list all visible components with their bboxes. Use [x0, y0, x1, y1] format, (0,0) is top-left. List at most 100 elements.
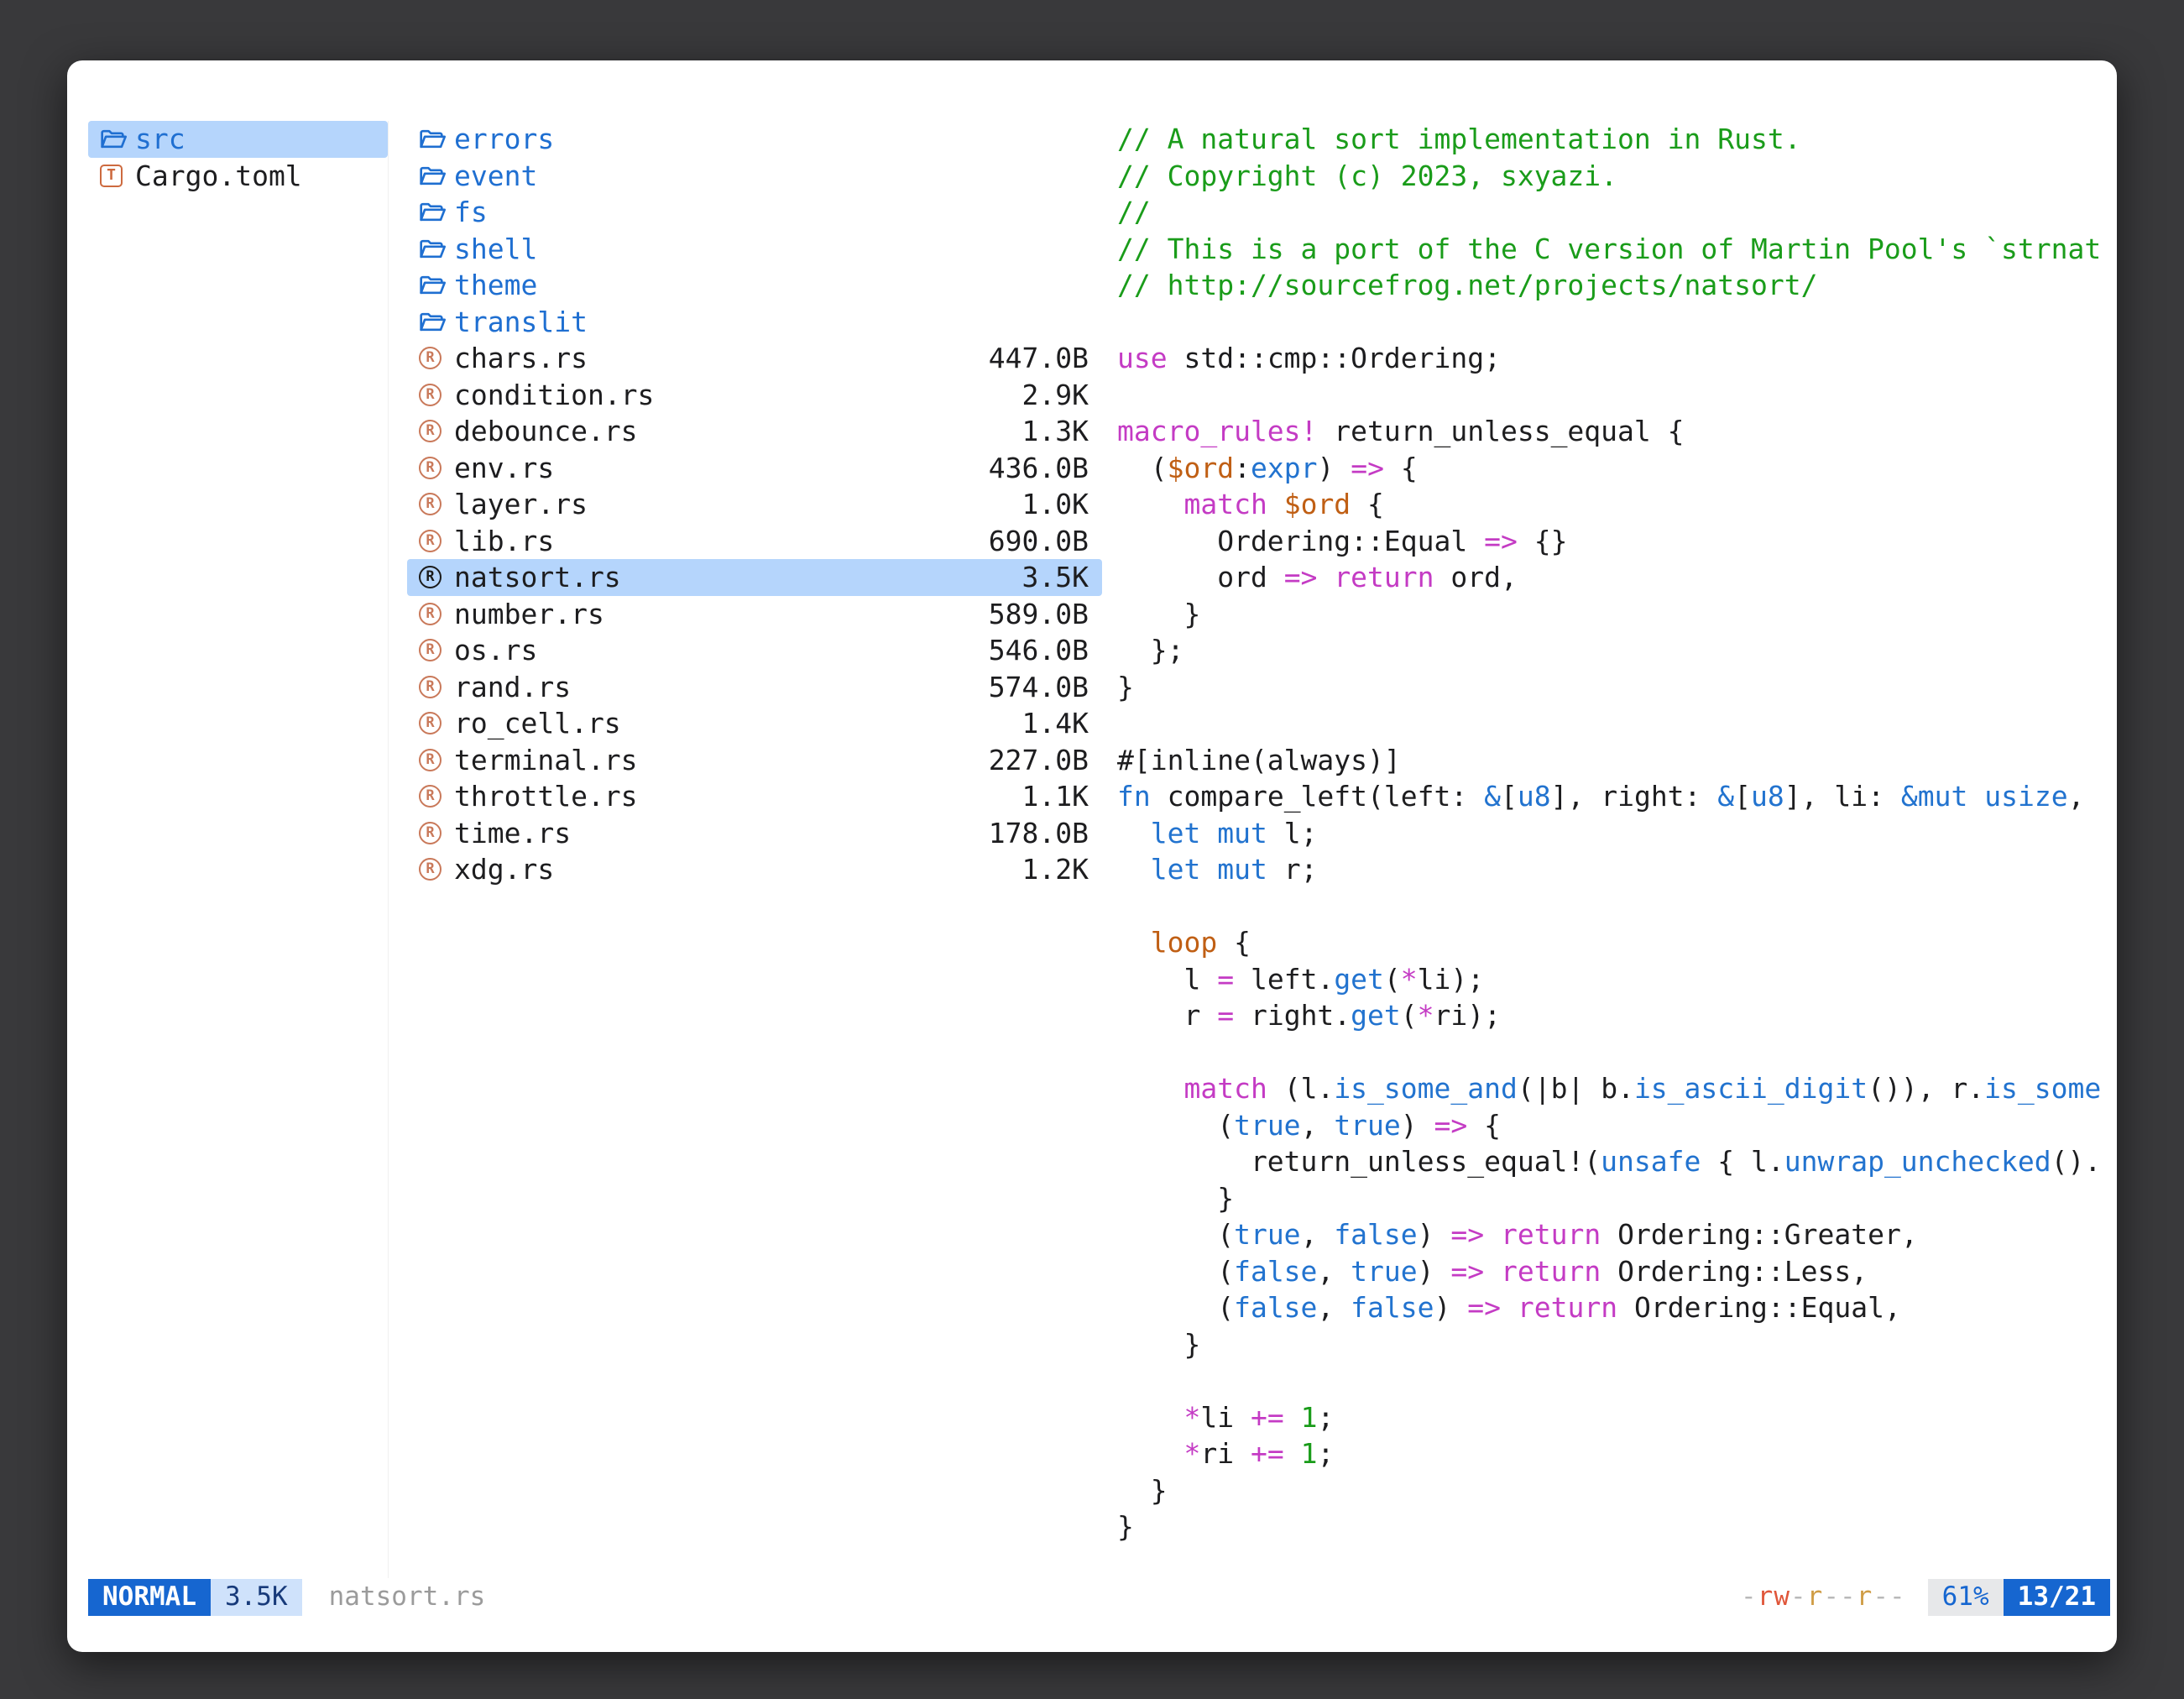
- rust-file-icon: R: [419, 858, 442, 881]
- file-row[interactable]: R terminal.rs 227.0B: [407, 742, 1102, 779]
- file-name: os.rs: [454, 632, 989, 669]
- file-row[interactable]: R lib.rs 690.0B: [407, 523, 1102, 560]
- file-name: src: [135, 121, 374, 158]
- file-name: condition.rs: [454, 377, 1022, 414]
- code-line: }: [1117, 1326, 2117, 1363]
- file-row[interactable]: R env.rs 436.0B: [407, 450, 1102, 487]
- rust-file-icon: R: [419, 566, 442, 588]
- file-permissions: -rw-r--r--: [1741, 1579, 1906, 1616]
- folder-icon: [419, 238, 449, 260]
- file-row[interactable]: R throttle.rs 1.1K: [407, 778, 1102, 815]
- rust-file-icon: R: [419, 457, 449, 479]
- file-row[interactable]: errors: [407, 121, 1102, 158]
- file-row[interactable]: event: [407, 158, 1102, 195]
- file-row[interactable]: R time.rs 178.0B: [407, 815, 1102, 852]
- rust-file-icon: R: [419, 457, 442, 479]
- folder-icon: [419, 201, 449, 223]
- code-line: // This is a port of the C version of Ma…: [1117, 231, 2117, 268]
- file-row[interactable]: R xdg.rs 1.2K: [407, 851, 1102, 888]
- permission-segment: r: [1857, 1581, 1873, 1612]
- code-line: [1117, 888, 2117, 925]
- parent-directory-pane: src T Cargo.toml: [88, 121, 389, 1578]
- code-line: [1117, 304, 2117, 341]
- file-size: 1.1K: [1022, 778, 1089, 815]
- code-line: *ri += 1;: [1117, 1435, 2117, 1472]
- file-name: number.rs: [454, 596, 989, 633]
- file-row[interactable]: R condition.rs 2.9K: [407, 377, 1102, 414]
- file-name: ro_cell.rs: [454, 705, 1022, 742]
- file-row[interactable]: R natsort.rs 3.5K: [407, 559, 1102, 596]
- file-size-badge: 3.5K: [211, 1579, 302, 1616]
- rust-file-icon: R: [419, 639, 449, 661]
- file-size: 3.5K: [1022, 559, 1089, 596]
- file-row[interactable]: fs: [407, 194, 1102, 231]
- file-row[interactable]: R rand.rs 574.0B: [407, 669, 1102, 706]
- rust-file-icon: R: [419, 530, 449, 552]
- scroll-percent-badge: 61%: [1928, 1579, 2004, 1616]
- status-filename: natsort.rs: [329, 1579, 486, 1616]
- code-line: let mut r;: [1117, 851, 2117, 888]
- file-size: 178.0B: [989, 815, 1089, 852]
- code-line: [1117, 1034, 2117, 1071]
- code-line: ord => return ord,: [1117, 559, 2117, 596]
- code-line: }: [1117, 1472, 2117, 1509]
- rust-file-icon: R: [419, 530, 442, 552]
- file-name: errors: [454, 121, 1089, 158]
- file-row[interactable]: R number.rs 589.0B: [407, 596, 1102, 633]
- code-line: // Copyright (c) 2023, sxyazi.: [1117, 158, 2117, 195]
- code-line: [1117, 705, 2117, 742]
- file-row[interactable]: src: [88, 121, 388, 158]
- code-line: ($ord:expr) => {: [1117, 450, 2117, 487]
- code-line: }: [1117, 669, 2117, 706]
- code-line: }: [1117, 596, 2117, 633]
- permission-segment: --: [1823, 1581, 1856, 1612]
- permission-segment: -: [1790, 1581, 1807, 1612]
- code-line: use std::cmp::Ordering;: [1117, 340, 2117, 377]
- code-line: }: [1117, 1180, 2117, 1217]
- file-size: 1.0K: [1022, 486, 1089, 523]
- code-preview: // A natural sort implementation in Rust…: [1117, 121, 2117, 1545]
- rust-file-icon: R: [419, 603, 442, 625]
- permission-segment: r: [1807, 1581, 1824, 1612]
- file-size: 690.0B: [989, 523, 1089, 560]
- current-directory-pane: errors event fs shell theme translit R c…: [407, 121, 1102, 1578]
- file-row[interactable]: theme: [407, 267, 1102, 304]
- code-line: match (l.is_some_and(|b| b.is_ascii_digi…: [1117, 1070, 2117, 1107]
- file-row[interactable]: R os.rs 546.0B: [407, 632, 1102, 669]
- file-row[interactable]: R ro_cell.rs 1.4K: [407, 705, 1102, 742]
- file-name: rand.rs: [454, 669, 989, 706]
- rust-file-icon: R: [419, 384, 449, 406]
- file-row[interactable]: R debounce.rs 1.3K: [407, 413, 1102, 450]
- file-row[interactable]: shell: [407, 231, 1102, 268]
- yazi-file-manager-window: src T Cargo.toml errors event fs shell t…: [67, 60, 2117, 1652]
- code-line: match $ord {: [1117, 486, 2117, 523]
- file-size: 589.0B: [989, 596, 1089, 633]
- file-name: lib.rs: [454, 523, 989, 560]
- file-size: 1.2K: [1022, 851, 1089, 888]
- rust-file-icon: R: [419, 785, 442, 808]
- file-preview-pane: // A natural sort implementation in Rust…: [1117, 121, 2117, 1578]
- file-row[interactable]: R chars.rs 447.0B: [407, 340, 1102, 377]
- folder-icon: [419, 311, 449, 333]
- rust-file-icon: R: [419, 493, 442, 515]
- file-row[interactable]: R layer.rs 1.0K: [407, 486, 1102, 523]
- file-name: shell: [454, 231, 1089, 268]
- code-line: [1117, 377, 2117, 414]
- toml-file-icon: T: [100, 165, 130, 187]
- file-size: 436.0B: [989, 450, 1089, 487]
- rust-file-icon: R: [419, 712, 449, 734]
- code-line: (false, false) => return Ordering::Equal…: [1117, 1289, 2117, 1326]
- code-line: macro_rules! return_unless_equal {: [1117, 413, 2117, 450]
- rust-file-icon: R: [419, 712, 442, 734]
- code-line: *li += 1;: [1117, 1399, 2117, 1436]
- code-line: #[inline(always)]: [1117, 742, 2117, 779]
- code-line: let mut l;: [1117, 815, 2117, 852]
- code-line: fn compare_left(left: &[u8], right: &[u8…: [1117, 778, 2117, 815]
- file-row[interactable]: T Cargo.toml: [88, 158, 388, 195]
- toml-file-icon: T: [100, 165, 123, 187]
- code-line: }: [1117, 1508, 2117, 1545]
- file-row[interactable]: translit: [407, 304, 1102, 341]
- file-size: 574.0B: [989, 669, 1089, 706]
- code-line: loop {: [1117, 924, 2117, 961]
- code-line: //: [1117, 194, 2117, 231]
